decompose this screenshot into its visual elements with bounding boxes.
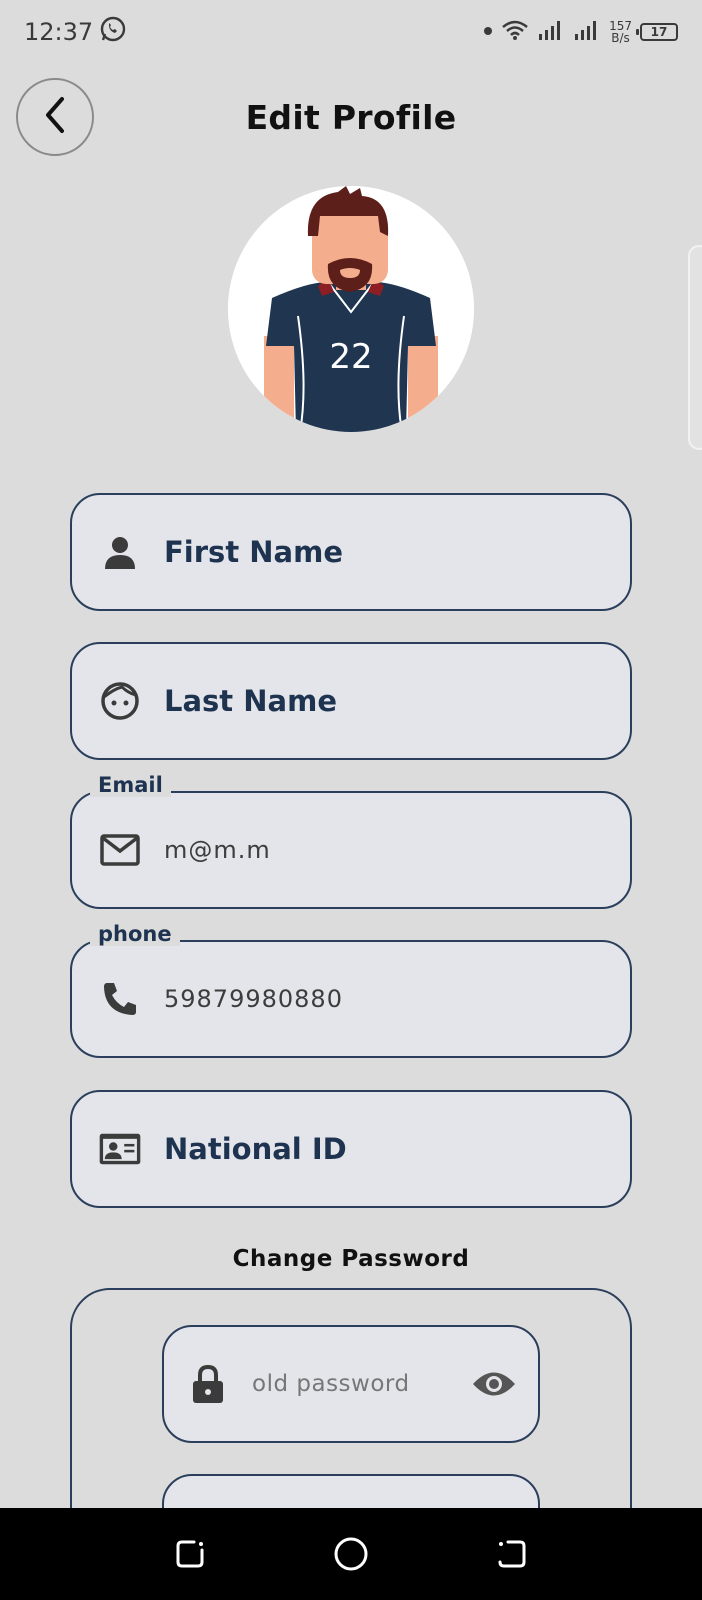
- page-title: Edit Profile: [245, 98, 457, 137]
- national-id-field[interactable]: National ID: [70, 1090, 632, 1208]
- old-password-field[interactable]: old password: [162, 1325, 540, 1443]
- phone-label: phone: [90, 922, 180, 946]
- national-id-label: National ID: [164, 1132, 347, 1166]
- last-name-field[interactable]: Last Name: [70, 642, 632, 760]
- eye-icon[interactable]: [470, 1360, 518, 1408]
- wifi-icon: [501, 19, 529, 46]
- id-card-icon: [98, 1127, 142, 1171]
- status-right: 157 B/s 17: [483, 19, 678, 46]
- recents-icon: [176, 1540, 204, 1568]
- network-speed: 157 B/s: [609, 20, 632, 44]
- mail-icon: [98, 828, 142, 872]
- status-bar: 12:37 157 B/s 17: [0, 0, 702, 64]
- signal-icon-2: [573, 19, 601, 46]
- face-icon: [98, 679, 142, 723]
- email-label: Email: [90, 773, 171, 797]
- status-time: 12:37: [24, 18, 94, 46]
- person-icon: [98, 530, 142, 574]
- avatar[interactable]: 22: [228, 186, 474, 432]
- first-name-field[interactable]: First Name: [70, 493, 632, 611]
- home-button[interactable]: [327, 1530, 375, 1578]
- email-field[interactable]: Email m@m.m: [70, 773, 632, 909]
- whatsapp-icon: [99, 15, 127, 49]
- phone-field[interactable]: phone 59879980880: [70, 922, 632, 1058]
- back-nav-button[interactable]: [488, 1530, 536, 1578]
- phone-icon: [98, 977, 142, 1021]
- player-illustration: 22: [228, 186, 474, 432]
- status-left: 12:37: [24, 15, 127, 49]
- email-value: m@m.m: [164, 836, 271, 864]
- jersey-number: 22: [329, 337, 372, 377]
- home-icon: [334, 1537, 368, 1571]
- signal-icon: [537, 19, 565, 46]
- battery-icon: 17: [636, 23, 678, 41]
- dot-icon: [483, 23, 493, 41]
- phone-value: 59879980880: [164, 985, 343, 1013]
- back-nav-icon: [498, 1540, 526, 1568]
- change-password-title: Change Password: [232, 1246, 470, 1272]
- speed-unit: B/s: [611, 31, 630, 45]
- last-name-label: Last Name: [164, 684, 337, 718]
- lock-icon: [188, 1364, 228, 1404]
- navigation-bar: [0, 1508, 702, 1600]
- recent-apps-button[interactable]: [166, 1530, 214, 1578]
- edge-panel-handle[interactable]: [688, 245, 702, 450]
- old-password-placeholder: old password: [252, 1371, 410, 1397]
- first-name-label: First Name: [164, 535, 343, 569]
